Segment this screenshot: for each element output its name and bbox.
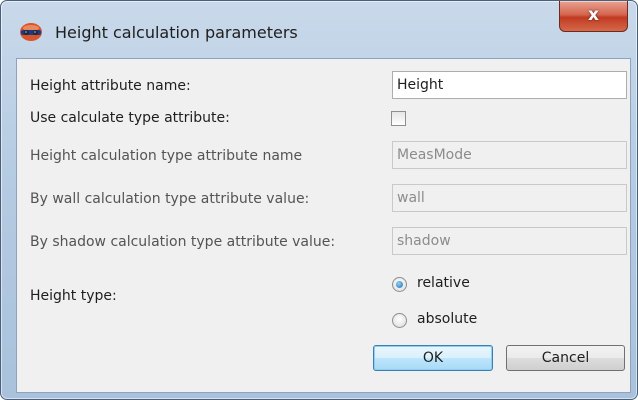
ok-button[interactable]: OK [373, 345, 493, 371]
radio-selected-dot [396, 281, 403, 288]
radio-relative-label[interactable]: relative [417, 275, 470, 291]
dialog-window: Height calculation parameters x Height a… [0, 0, 638, 400]
radio-relative[interactable] [392, 277, 407, 292]
by-wall-input[interactable]: wall [392, 184, 627, 212]
use-calc-type-label: Use calculate type attribute: [30, 110, 230, 126]
height-attribute-input[interactable]: Height [392, 71, 627, 99]
dialog-body: Height attribute name: Height Use calcul… [16, 58, 631, 393]
by-wall-label: By wall calculation type attribute value… [30, 191, 310, 207]
title-bar[interactable]: Height calculation parameters x [1, 1, 637, 59]
height-type-label: Height type: [30, 288, 117, 304]
calc-type-attribute-input[interactable]: MeasMode [392, 141, 627, 169]
by-shadow-label: By shadow calculation type attribute val… [30, 234, 336, 250]
calc-type-attribute-label: Height calculation type attribute name [30, 148, 303, 164]
radio-absolute-label[interactable]: absolute [417, 311, 477, 327]
radio-absolute[interactable] [392, 313, 407, 328]
app-icon [20, 23, 42, 41]
close-button[interactable]: x [559, 1, 628, 32]
cancel-button[interactable]: Cancel [506, 345, 625, 371]
window-title: Height calculation parameters [55, 23, 298, 42]
use-calc-type-checkbox[interactable] [391, 111, 406, 126]
by-shadow-input[interactable]: shadow [392, 227, 627, 255]
close-icon: x [588, 5, 599, 25]
height-attribute-label: Height attribute name: [30, 78, 191, 94]
